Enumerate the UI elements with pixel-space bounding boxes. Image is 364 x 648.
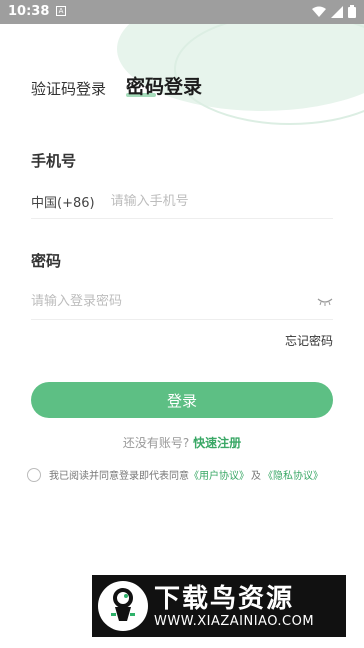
- status-time: 10:38: [8, 4, 50, 19]
- phone-input[interactable]: [110, 194, 311, 209]
- watermark-url: WWW.XIAZAINIAO.COM: [154, 613, 315, 629]
- watermark-title: 下载鸟资源: [154, 583, 295, 614]
- tab-password-login[interactable]: 密码登录: [126, 72, 202, 99]
- phone-label: 手机号: [31, 152, 77, 170]
- register-prompt: 还没有账号?: [122, 436, 190, 450]
- agreement-checkbox[interactable]: [27, 467, 41, 482]
- forgot-password-link[interactable]: 忘记密码: [285, 332, 333, 349]
- password-field-row: [31, 284, 333, 320]
- tab-sms-login[interactable]: 验证码登录: [31, 78, 106, 99]
- bird-logo-icon: [98, 581, 148, 631]
- watermark-text: 下载鸟资源 WWW.XIAZAINIAO.COM: [154, 584, 314, 629]
- tab-password-login-label: 密码登录: [126, 76, 203, 98]
- login-tabs: 验证码登录 密码登录: [31, 72, 202, 99]
- signal-icon: [331, 5, 343, 18]
- login-button[interactable]: 登录: [31, 382, 333, 418]
- battery-icon: [348, 5, 356, 18]
- status-bar: 10:38 A: [0, 0, 364, 24]
- register-row: 还没有账号? 快速注册: [0, 434, 364, 451]
- password-input[interactable]: [31, 294, 271, 309]
- notification-icon: A: [56, 6, 66, 16]
- privacy-agreement-link[interactable]: 《隐私协议》: [263, 467, 323, 482]
- watermark-banner: 下载鸟资源 WWW.XIAZAINIAO.COM: [92, 575, 346, 637]
- quick-register-link[interactable]: 快速注册: [193, 436, 241, 450]
- status-icons: [312, 5, 356, 18]
- wifi-icon: [312, 6, 326, 17]
- agreement-and: 及: [251, 471, 261, 482]
- agreement-text: 我已阅读并同意登录即代表同意: [49, 471, 189, 482]
- eye-closed-icon[interactable]: [317, 297, 333, 307]
- phone-field-row: 中国(+86): [31, 185, 333, 219]
- password-label: 密码: [31, 252, 62, 270]
- user-agreement-link[interactable]: 《用户协议》: [189, 467, 249, 482]
- country-code-selector[interactable]: 中国(+86): [31, 192, 95, 211]
- agreement-row: 我已阅读并同意登录即代表同意 《用户协议》 及 《隐私协议》: [27, 467, 323, 482]
